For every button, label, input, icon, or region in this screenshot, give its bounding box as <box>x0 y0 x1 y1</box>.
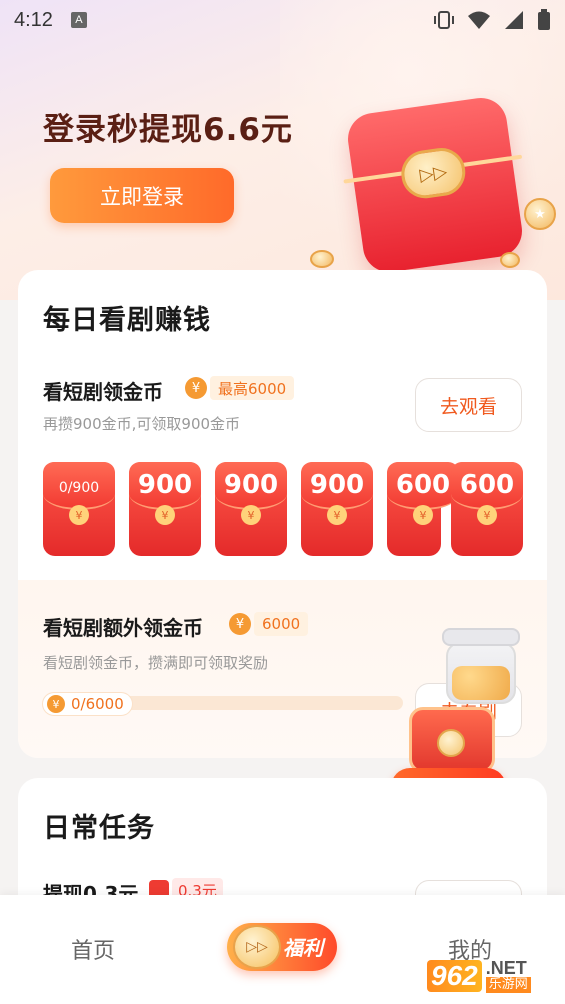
coin-icon: ★ <box>524 198 556 230</box>
section-title-daily: 每日看剧赚钱 <box>43 305 211 336</box>
progress-label: ¥ 0/6000 <box>43 693 132 715</box>
status-bar: 4:12 A <box>0 0 565 40</box>
red-packet[interactable]: 600 ¥ <box>451 462 523 556</box>
packet-value: 900 <box>309 470 365 500</box>
yuan-icon: ¥ <box>47 695 65 713</box>
red-packet[interactable]: 900 ¥ <box>215 462 287 556</box>
yuan-coin-icon: ¥ <box>413 505 433 525</box>
yuan-coin-icon: ¥ <box>155 505 175 525</box>
go-watch-button[interactable]: 去观看 <box>415 378 522 432</box>
watermark-text: .NET 乐游网 <box>485 958 531 993</box>
jar-lid <box>442 628 520 646</box>
tab-welfare-label: 福利 <box>283 936 323 960</box>
tab-welfare[interactable]: ▷▷ 福利 <box>227 923 337 971</box>
red-packet[interactable]: 0/900 ¥ <box>43 462 115 556</box>
watermark-logo: 962 .NET 乐游网 <box>427 954 557 998</box>
yuan-coin-icon: ¥ <box>477 505 497 525</box>
status-time: 4:12 <box>14 8 53 31</box>
extra-reward-tag: 6000 <box>254 612 309 636</box>
packet-value: 0/900 <box>58 480 100 496</box>
red-envelope-illustration: ▷▷ <box>343 94 526 276</box>
coin-icon <box>500 252 520 268</box>
coin-icon <box>310 250 334 268</box>
red-packet[interactable]: 900 ¥ <box>301 462 373 556</box>
task-subtitle-extra: 看短剧领金币，攒满即可领取奖励 <box>43 654 269 672</box>
packet-value: 900 <box>223 470 279 500</box>
signal-icon <box>505 11 523 29</box>
yuan-coin-icon: ¥ <box>327 505 347 525</box>
login-button[interactable]: 立即登录 <box>50 168 234 223</box>
watermark-sub: 乐游网 <box>485 977 531 993</box>
red-packet[interactable]: 900 ¥ <box>129 462 201 556</box>
progress-text: 0/6000 <box>71 695 124 713</box>
task-title-extra: 看短剧额外领金币 <box>43 616 203 640</box>
packet-value: 600 <box>459 470 515 500</box>
wifi-icon <box>468 11 490 29</box>
packet-value: 600 <box>395 470 451 500</box>
vibrate-icon <box>434 11 454 29</box>
status-icons <box>433 9 551 31</box>
play-coin-icon: ▷▷ <box>398 144 469 202</box>
yuan-coin-icon: ¥ <box>241 505 261 525</box>
task-subtitle-watch: 再攒900金币,可领取900金币 <box>43 415 241 433</box>
play-coin-icon: ▷▷ <box>233 925 281 969</box>
yuan-icon: ¥ <box>229 613 251 635</box>
accessibility-icon: A <box>70 12 87 28</box>
red-packet[interactable]: 600 ¥ <box>387 462 459 556</box>
tab-home[interactable]: 首页 <box>71 933 115 965</box>
battery-icon <box>538 9 550 30</box>
packet-value: 900 <box>137 470 193 500</box>
watermark-net: .NET <box>485 958 527 978</box>
daily-earn-card: 每日看剧赚钱 看短剧领金币 ¥ 最高6000 再攒900金币,可领取900金币 … <box>18 270 547 758</box>
task-title-watch: 看短剧领金币 <box>43 380 163 404</box>
max-reward-tag: 最高6000 <box>210 376 295 400</box>
reward-packets: 0/900 ¥ 900 ¥ 900 ¥ 900 ¥ 600 ¥ 600 ¥ <box>43 462 523 558</box>
chest-lock-icon <box>437 729 465 757</box>
watermark-number: 962 <box>427 960 482 992</box>
yuan-icon: ¥ <box>185 377 207 399</box>
hero-title: 登录秒提现6.6元 <box>43 112 293 148</box>
yuan-coin-icon: ¥ <box>69 505 89 525</box>
section-title-routine: 日常任务 <box>43 813 155 844</box>
